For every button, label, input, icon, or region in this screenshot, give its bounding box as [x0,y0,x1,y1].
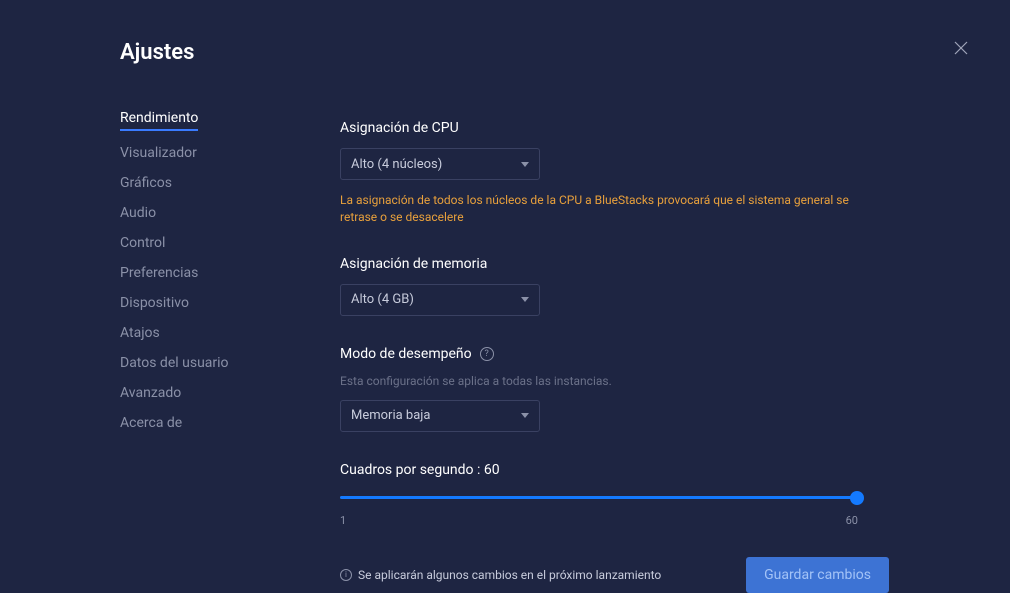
sidebar-item-control[interactable]: Control [120,235,165,251]
sidebar-item-acerca-de[interactable]: Acerca de [120,415,182,431]
slider-thumb[interactable] [850,491,864,505]
sidebar-item-datos-usuario[interactable]: Datos del usuario [120,355,229,371]
chevron-down-icon [521,413,529,418]
close-button[interactable] [954,40,968,59]
cpu-dropdown-value: Alto (4 núcleos) [351,157,442,172]
performance-dropdown-value: Memoria baja [351,408,430,423]
sidebar-item-graficos[interactable]: Gráficos [120,175,172,191]
content: Asignación de CPU Alto (4 núcleos) La as… [340,40,890,577]
close-icon [954,41,968,55]
sidebar-item-visualizador[interactable]: Visualizador [120,145,197,161]
help-icon[interactable]: ? [480,347,494,361]
fps-max: 60 [846,514,858,527]
performance-dropdown[interactable]: Memoria baja [340,400,540,432]
cpu-warning: La asignación de todos los núcleos de la… [340,192,860,226]
info-icon: i [340,569,352,581]
memory-dropdown-value: Alto (4 GB) [351,292,414,307]
cpu-dropdown[interactable]: Alto (4 núcleos) [340,148,540,180]
sidebar-item-dispositivo[interactable]: Dispositivo [120,295,189,311]
memory-dropdown[interactable]: Alto (4 GB) [340,284,540,316]
cpu-section: Asignación de CPU Alto (4 núcleos) La as… [340,120,890,226]
chevron-down-icon [521,297,529,302]
fps-min: 1 [340,514,346,527]
page-title: Ajustes [120,40,340,65]
save-button[interactable]: Guardar cambios [746,557,889,593]
fps-label: Cuadros por segundo : 60 [340,462,890,478]
sidebar-item-audio[interactable]: Audio [120,205,156,221]
performance-label: Modo de desempeño ? [340,346,890,362]
footer: i Se aplicarán algunos cambios en el pró… [340,557,889,593]
memory-label: Asignación de memoria [340,256,890,272]
sidebar-item-preferencias[interactable]: Preferencias [120,265,198,281]
performance-section: Modo de desempeño ? Esta configuración s… [340,346,890,432]
sidebar-item-avanzado[interactable]: Avanzado [120,385,181,401]
chevron-down-icon [521,162,529,167]
sidebar-item-rendimiento[interactable]: Rendimiento [120,110,198,131]
fps-section: Cuadros por segundo : 60 1 60 [340,462,890,527]
fps-slider[interactable] [340,490,858,506]
memory-section: Asignación de memoria Alto (4 GB) [340,256,890,316]
performance-sublabel: Esta configuración se aplica a todas las… [340,374,890,388]
sidebar: Ajustes Rendimiento Visualizador Gráfico… [120,40,340,577]
cpu-label: Asignación de CPU [340,120,890,136]
info-text: i Se aplicarán algunos cambios en el pró… [340,568,661,582]
sidebar-item-atajos[interactable]: Atajos [120,325,160,341]
slider-track [340,496,858,499]
